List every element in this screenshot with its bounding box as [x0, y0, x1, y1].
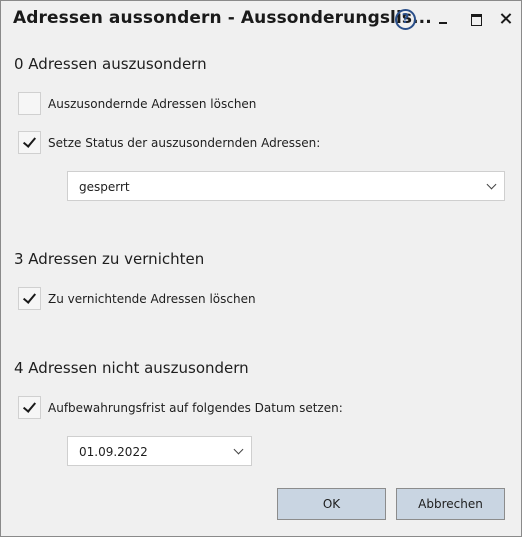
heading-vernichten: 3 Adressen zu vernichten — [14, 250, 205, 268]
heading-nicht-auszusondern: 4 Adressen nicht auszusondern — [14, 359, 249, 377]
minimize-icon[interactable] — [433, 8, 455, 30]
window-title: Adressen aussondern - Aussonderungslis..… — [13, 8, 432, 28]
retention-date-label[interactable]: Aufbewahrungsfrist auf folgendes Datum s… — [48, 401, 343, 415]
ok-button[interactable]: OK — [277, 488, 386, 520]
close-icon[interactable] — [495, 8, 517, 30]
delete-auszusondernde-checkbox[interactable] — [18, 92, 41, 115]
help-icon[interactable]: ? — [395, 9, 416, 30]
heading-auszusondern: 0 Adressen auszusondern — [14, 55, 207, 73]
maximize-icon[interactable] — [465, 8, 487, 30]
set-status-label[interactable]: Setze Status der auszusondernden Adresse… — [48, 136, 320, 150]
date-select-value: 01.09.2022 — [79, 445, 148, 459]
status-select-value: gesperrt — [79, 180, 130, 194]
title-bar[interactable]: Adressen aussondern - Aussonderungslis..… — [1, 1, 521, 39]
chevron-down-icon — [233, 444, 244, 455]
chevron-down-icon — [486, 179, 497, 190]
delete-vernichtende-label[interactable]: Zu vernichtende Adressen löschen — [48, 292, 256, 306]
cancel-button[interactable]: Abbrechen — [396, 488, 505, 520]
status-select[interactable]: gesperrt — [67, 171, 505, 201]
set-status-checkbox[interactable] — [18, 131, 41, 154]
dialog-window: Adressen aussondern - Aussonderungslis..… — [0, 0, 522, 537]
date-select[interactable]: 01.09.2022 — [67, 436, 252, 466]
retention-date-checkbox[interactable] — [18, 396, 41, 419]
delete-auszusondernde-label[interactable]: Auszusondernde Adressen löschen — [48, 97, 256, 111]
delete-vernichtende-checkbox[interactable] — [18, 287, 41, 310]
